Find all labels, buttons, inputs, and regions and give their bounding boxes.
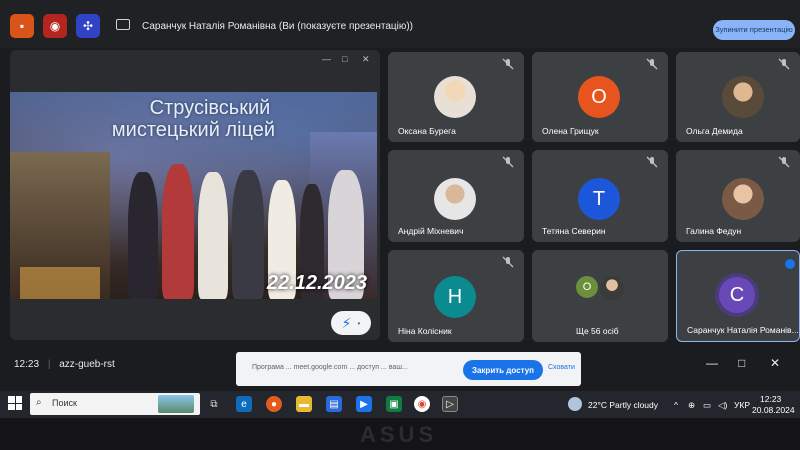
choir-member [232,170,264,299]
presentation-title: Саранчук Наталія Романівна (Ви (показуєт… [142,21,414,32]
clock-time[interactable]: 12:23 [760,394,781,404]
participant-name: Галина Федун [686,226,742,236]
share-icon[interactable]: ✣ [76,14,100,38]
mic-off-icon [502,156,514,168]
presentation-slide: Струсівський мистецький ліцей 22.12.2023 [10,92,377,299]
window-minimize-icon[interactable]: — [706,356,718,370]
participant-tile[interactable]: Ольга Демида [676,52,800,142]
participant-tile[interactable]: Оксана Бурега [388,52,524,142]
reactions-button[interactable]: ⚡︎ • [331,311,371,335]
window-maximize-icon[interactable]: □ [738,356,745,370]
app-icon-green[interactable]: ▣ [386,396,402,412]
volume-icon[interactable]: ◁) [718,400,727,411]
mic-off-icon [646,156,658,168]
minimize-icon[interactable]: — [322,54,331,64]
task-view-icon[interactable]: ⧉ [206,396,222,412]
search-placeholder: Поиск [52,398,77,408]
avatar-initial: Т [578,178,620,220]
meeting-code: azz-gueb-rst [59,359,115,370]
meeting-info: 12:23 | azz-gueb-rst [14,359,115,370]
chrome-icon[interactable]: ◉ [414,396,430,412]
maximize-icon[interactable]: □ [342,54,347,64]
slide-title-line2: мистецький ліцей [111,119,276,141]
candles-glow [20,267,100,299]
windows-start-icon[interactable] [8,396,22,410]
store-icon[interactable]: ▤ [326,396,342,412]
avatar-photo [722,76,764,118]
close-icon[interactable]: ✕ [362,54,370,65]
file-explorer-icon[interactable]: ▬ [296,396,312,412]
media-player-icon[interactable]: ▶ [356,396,372,412]
avatar-photo [722,178,764,220]
taskbar-search[interactable]: ⌕ Поиск [30,393,200,415]
network-icon[interactable]: ▭ [703,400,711,411]
avatar-initial: О [578,76,620,118]
app-icon-orange[interactable]: ▪ [10,14,34,38]
participant-name: Тетяна Северин [542,226,606,236]
participant-tile[interactable]: Н Ніна Колісник [388,250,524,342]
language-indicator[interactable]: УКР [734,400,750,410]
more-participants-tile[interactable]: О Ще 56 осіб [532,250,668,342]
participant-tile[interactable]: Т Тетяна Северин [532,150,668,242]
presentation-icon [116,19,130,30]
participant-name: Андрій Міхневич [398,226,464,236]
participant-tile[interactable]: О Олена Грищук [532,52,668,142]
mic-off-icon [778,156,790,168]
stop-sharing-button[interactable]: Закрить доступ [463,360,543,380]
mic-off-icon [778,58,790,70]
avatar-initial: Н [434,276,476,318]
avatar-photo [600,276,624,300]
speaking-icon [785,259,795,269]
avatar-photo [434,76,476,118]
choir-member [128,172,158,299]
notice-text: Програма ... meet.google.com ... доступ … [252,364,408,371]
slide-date: 22.12.2023 [266,272,367,294]
search-highlight-image [158,395,194,413]
record-icon[interactable]: ◉ [43,14,67,38]
choir-member [162,164,194,299]
slide-title-line1: Струсівський [149,97,271,119]
avatar-initial: О [576,276,598,298]
participant-tile[interactable]: Андрій Міхневич [388,150,524,242]
participant-tile[interactable]: Галина Федун [676,150,800,242]
participant-name: Олена Грищук [542,126,599,136]
avatar-photo [434,178,476,220]
self-tile[interactable]: С Саранчук Наталія Романів... [676,250,800,342]
meeting-time: 12:23 [14,359,40,370]
mic-off-icon [502,58,514,70]
tray-chevron-icon[interactable]: ^ [674,400,678,410]
search-icon: ⌕ [36,397,42,408]
participant-name: Ніна Колісник [398,326,452,336]
window-close-icon[interactable]: ✕ [770,356,780,370]
more-participants-label: Ще 56 осіб [576,326,619,336]
weather-text[interactable]: 22°C Partly cloudy [588,400,658,410]
avatar-initial: С [715,273,759,317]
firefox-icon[interactable]: ● [266,396,282,412]
edge-icon[interactable]: e [236,396,252,412]
mic-off-icon [646,58,658,70]
monitor-brand-logo: ASUS [360,422,438,447]
participant-name: Саранчук Наталія Романів... [687,325,799,335]
tray-icon[interactable]: ⊕ [688,400,695,411]
screen-share-notice: Програма ... meet.google.com ... доступ … [236,352,581,386]
choir-member [198,172,228,299]
participant-name: Оксана Бурега [398,126,456,136]
weather-icon [568,397,582,411]
hide-link[interactable]: Сховати [548,364,575,371]
clock-date[interactable]: 20.08.2024 [752,405,795,415]
mic-off-icon [502,256,514,268]
participant-name: Ольга Демида [686,126,743,136]
stop-presenting-button[interactable]: Зупинити презентацію [713,20,795,40]
active-app-icon[interactable]: ▷ [442,396,458,412]
